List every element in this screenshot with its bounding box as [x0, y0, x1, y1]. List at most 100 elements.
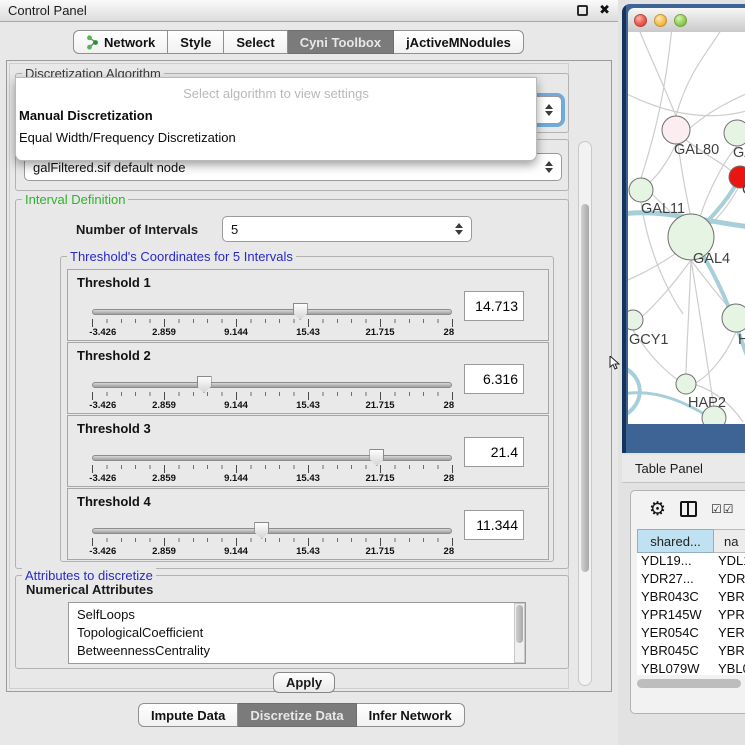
- apply-button[interactable]: Apply: [273, 672, 335, 693]
- cell-shared-name: YBL079W: [637, 661, 714, 675]
- threshold-slider[interactable]: [92, 308, 452, 316]
- tab-infer-network[interactable]: Infer Network: [357, 703, 465, 727]
- slider-ticks: [92, 538, 452, 546]
- settings-scrollbar[interactable]: [578, 141, 592, 686]
- table-row[interactable]: YBR045CYBR0: [637, 643, 745, 661]
- table-data-value: galFiltered.sif default node: [33, 160, 185, 175]
- cell-shared-name: YBR045C: [637, 643, 714, 661]
- threshold-slider[interactable]: [92, 527, 452, 535]
- float-window-icon[interactable]: [577, 5, 588, 16]
- panel-title: Control Panel: [8, 3, 87, 18]
- cell-name: YDL1: [714, 553, 745, 571]
- threshold-value-field[interactable]: 14.713: [464, 291, 524, 321]
- attribute-list-item[interactable]: TopologicalCoefficient: [77, 624, 525, 642]
- column-header-shared[interactable]: shared...: [637, 529, 714, 553]
- threshold-value-field[interactable]: 6.316: [464, 364, 524, 394]
- table-row[interactable]: YDR27...YDR2: [637, 571, 745, 589]
- numerical-attributes-label: Numerical Attributes: [26, 582, 153, 597]
- threshold-label: Threshold 2: [77, 348, 151, 363]
- slider-tick-labels: -3.4262.8599.14415.4321.71528: [92, 546, 452, 558]
- attribute-list-item[interactable]: BetweennessCentrality: [77, 642, 525, 660]
- slider-ticks: [92, 319, 452, 327]
- network-window-titlebar: [628, 8, 745, 32]
- column-header-name[interactable]: na: [714, 529, 745, 553]
- slider-thumb[interactable]: [197, 376, 212, 393]
- number-of-intervals-combobox[interactable]: 5: [222, 216, 472, 242]
- tab-discretize-data[interactable]: Discretize Data: [238, 703, 356, 727]
- threshold-slider[interactable]: [92, 454, 452, 462]
- number-of-intervals-value: 5: [231, 222, 238, 237]
- node-label: GAL11: [641, 201, 685, 217]
- table-panel: Table Panel ⚙ ☑☑ shared... na YDL19...YD…: [622, 455, 745, 745]
- split-columns-icon[interactable]: [680, 501, 697, 517]
- cell-name: YBR0: [714, 589, 745, 607]
- tab-impute-data[interactable]: Impute Data: [138, 703, 238, 727]
- gear-icon[interactable]: ⚙: [649, 500, 666, 519]
- attributes-group: Attributes to discretize Numerical Attri…: [15, 575, 569, 669]
- dropdown-placeholder: Select algorithm to view settings: [16, 86, 536, 101]
- tab-network[interactable]: Network: [73, 30, 168, 54]
- close-traffic-light-icon[interactable]: [634, 14, 647, 27]
- network-canvas[interactable]: GAL80GACGAL11GAL4GCY1HHAP2: [628, 32, 745, 424]
- table-horizontal-scrollbar[interactable]: [637, 679, 741, 688]
- mouse-cursor-icon: [609, 356, 621, 370]
- minimize-traffic-light-icon[interactable]: [654, 14, 667, 27]
- slider-thumb[interactable]: [254, 522, 269, 539]
- threshold-slider[interactable]: [92, 381, 452, 389]
- node-label: GAL4: [693, 251, 730, 267]
- close-icon[interactable]: ✖: [599, 2, 610, 18]
- network-node[interactable]: [628, 310, 643, 330]
- table-row[interactable]: YBL079WYBL0: [637, 661, 745, 675]
- algorithm-dropdown-popup: Select algorithm to view settings Manual…: [15, 77, 537, 161]
- threshold-label: Threshold 3: [77, 421, 151, 436]
- thresholds-group: Threshold's Coordinates for 5 Intervals …: [60, 256, 554, 562]
- network-node[interactable]: [722, 304, 745, 332]
- table-row[interactable]: YER054CYER0: [637, 625, 745, 643]
- table-row[interactable]: YPR145WYPR1: [637, 607, 745, 625]
- zoom-traffic-light-icon[interactable]: [674, 14, 687, 27]
- table-row[interactable]: YBR043CYBR0: [637, 589, 745, 607]
- group-title: Threshold's Coordinates for 5 Intervals: [67, 249, 296, 264]
- settings-scrollbar-thumb[interactable]: [581, 204, 589, 572]
- cell-name: YDR2: [714, 571, 745, 589]
- network-graph: GAL80GACGAL11GAL4GCY1HHAP2: [628, 32, 745, 424]
- node-label: GA: [733, 145, 745, 161]
- select-columns-checkboxes-icon[interactable]: ☑☑: [711, 502, 735, 516]
- cell-shared-name: YBR043C: [637, 589, 714, 607]
- tab-jactivemnodules[interactable]: jActiveMNodules: [394, 30, 524, 54]
- dropdown-option-equal-width[interactable]: Equal Width/Frequency Discretization: [19, 130, 236, 145]
- attribute-list-item[interactable]: SelfLoops: [77, 606, 525, 624]
- threshold-value-field[interactable]: 21.4: [464, 437, 524, 467]
- number-of-intervals-label: Number of Intervals: [76, 222, 198, 237]
- threshold-label: Threshold 4: [77, 494, 151, 509]
- attributes-scrollbar[interactable]: [514, 603, 525, 663]
- interval-definition-group: Interval Definition Number of Intervals …: [15, 199, 569, 569]
- table-panel-titlebar: Table Panel: [622, 455, 745, 483]
- threshold-label: Threshold 1: [77, 275, 151, 290]
- table-header-row: shared... na: [637, 529, 745, 553]
- network-node[interactable]: [676, 374, 696, 394]
- tab-style[interactable]: Style: [168, 30, 224, 54]
- slider-ticks: [92, 465, 452, 473]
- dropdown-option-manual[interactable]: Manual Discretization: [19, 108, 153, 123]
- tab-select[interactable]: Select: [224, 30, 287, 54]
- threshold-row: Threshold 3-3.4262.8599.14415.4321.71528…: [67, 415, 549, 487]
- cyni-settings-panel: Discretization Algorithm Select algorith…: [6, 60, 612, 692]
- cell-shared-name: YER054C: [637, 625, 714, 643]
- network-node[interactable]: [724, 120, 745, 146]
- node-attribute-table[interactable]: shared... na YDL19...YDL1YDR27...YDR2YBR…: [637, 529, 745, 675]
- threshold-row: Threshold 1-3.4262.8599.14415.4321.71528…: [67, 269, 549, 341]
- slider-thumb[interactable]: [369, 449, 384, 466]
- numerical-attributes-list[interactable]: SelfLoopsTopologicalCoefficientBetweenne…: [68, 602, 526, 664]
- tab-cyni-toolbox[interactable]: Cyni Toolbox: [288, 30, 394, 54]
- network-node[interactable]: [662, 116, 690, 144]
- network-icon: [86, 35, 99, 50]
- table-card: ⚙ ☑☑ shared... na YDL19...YDL1YDR27...YD…: [630, 490, 745, 714]
- threshold-value-field[interactable]: 11.344: [464, 510, 524, 540]
- bottom-tab-bar: Impute Data Discretize Data Infer Networ…: [138, 703, 465, 727]
- network-node[interactable]: [629, 178, 653, 202]
- group-title: Attributes to discretize: [22, 568, 156, 583]
- tab-label: Network: [104, 35, 155, 50]
- table-row[interactable]: YDL19...YDL1: [637, 553, 745, 571]
- slider-thumb[interactable]: [293, 303, 308, 320]
